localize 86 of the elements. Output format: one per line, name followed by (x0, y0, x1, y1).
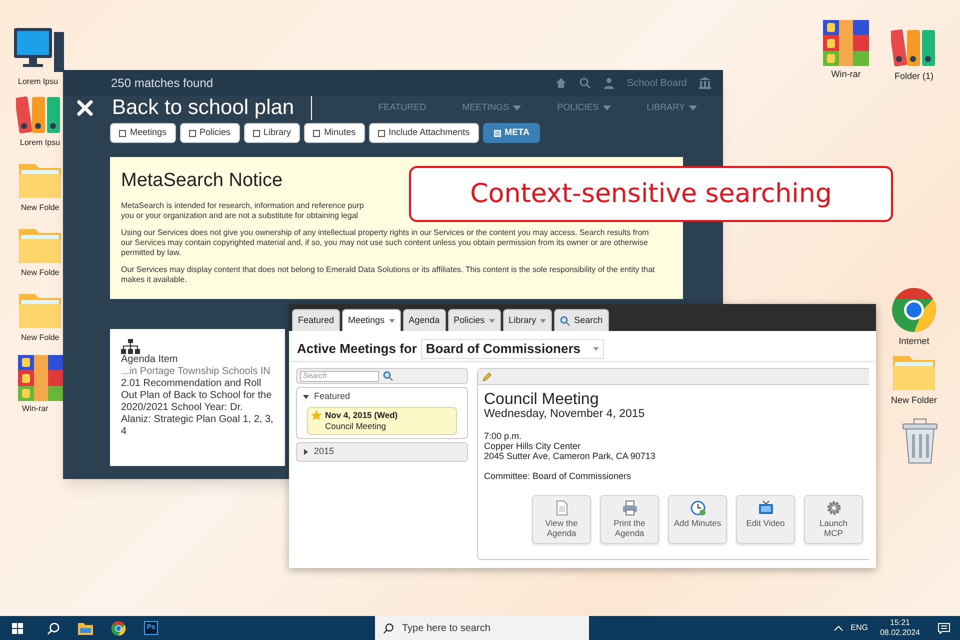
notice-text: MetaSearch is intended for research, information and reference purp (121, 200, 364, 211)
action-button[interactable]: Print the Agenda (600, 495, 659, 544)
desktop-icon-label[interactable]: New Folde (21, 332, 60, 344)
filter-toggle[interactable]: Meetings (110, 123, 176, 143)
search-icon (383, 622, 394, 634)
expanded-arrow-icon[interactable] (303, 394, 309, 400)
desktop-icon-label[interactable]: Win-rar (831, 68, 861, 82)
result-source: ...in Portage Township Schools IN (121, 366, 272, 378)
action-button[interactable]: View the Agenda (532, 495, 591, 544)
tab[interactable]: Policies (448, 309, 501, 331)
notification-icon[interactable] (938, 622, 950, 634)
meeting-heading: Council Meeting (484, 391, 600, 408)
folder-icon[interactable] (78, 622, 93, 634)
browser-icon (891, 287, 937, 333)
caret-icon (689, 105, 697, 111)
search-icon (560, 316, 570, 326)
meeting-committee: Committee: Board of Commissioners (484, 471, 632, 481)
match-count: 250 matches found (111, 75, 214, 92)
meeting-title: Council Meeting (325, 421, 387, 432)
windows-logo-icon[interactable] (12, 622, 23, 634)
tree-label[interactable]: Featured (314, 390, 350, 404)
desktop-icon-label[interactable]: New Folder (890, 394, 937, 408)
tab[interactable]: Featured (292, 309, 340, 331)
tab[interactable]: Search (554, 309, 609, 331)
search-icon[interactable] (47, 622, 60, 634)
meeting-location: Copper Hills City Center (484, 441, 582, 451)
tab[interactable]: Agenda (402, 309, 446, 331)
language-indicator[interactable]: ENG (850, 622, 868, 634)
search-field[interactable]: Back to school plan (112, 96, 312, 120)
action-button[interactable]: Launch MCP (804, 495, 863, 544)
home-icon[interactable] (554, 77, 567, 89)
clock-icon (690, 500, 706, 516)
desktop-icon-label[interactable]: Internet (898, 335, 930, 348)
tv-icon (758, 500, 774, 516)
caret-icon (540, 318, 546, 322)
action-button[interactable]: Add Minutes (668, 495, 727, 544)
user-icon[interactable] (602, 77, 615, 89)
meeting-time: 7:00 p.m. (484, 431, 523, 441)
desktop-icon-label[interactable]: Lorem Ipsu (20, 137, 60, 149)
result-type: Agenda Item (121, 354, 178, 366)
close-icon[interactable] (77, 100, 93, 116)
desktop-icon-label[interactable]: New Folde (21, 267, 60, 279)
filter-toggle[interactable]: Include Attachments (368, 123, 479, 143)
pencil-icon[interactable] (482, 372, 492, 382)
notice-text: Using our Services does not give you ownership of any intellectual property rights in our Services or the content you may access. Search results from our Services may contain copyrighted material and, if so, you may not use such content unless you obtain permission from its owner or are otherwise permitted by law. (121, 228, 650, 258)
action-button[interactable]: Edit Video (736, 495, 795, 544)
desktop-icon-label[interactable]: Folder (1) (894, 70, 934, 84)
tab[interactable]: Library (502, 309, 552, 331)
filter-toggle[interactable]: Minutes (304, 123, 365, 143)
meeting-item[interactable]: Nov 4, 2015 (Wed) Council Meeting (307, 407, 457, 435)
filter-toggle[interactable]: Policies (180, 123, 240, 143)
clock[interactable]: 15:21 08.02.2024 (880, 618, 920, 638)
archive-icon (823, 20, 869, 66)
tree-label[interactable]: 2015 (314, 445, 334, 459)
trash-icon (901, 418, 939, 464)
body-select[interactable]: Board of Commissioners (420, 339, 604, 359)
building-icon[interactable] (699, 77, 711, 89)
result-text[interactable]: 2.01 Recommendation and Roll Out Plan of Back to School for the 2020/2021 School Year: Dr. Alaniz: Strategic Plan Goal 1, 2, 3, 4 (121, 378, 274, 438)
caret-up-icon[interactable] (834, 625, 843, 631)
caret-icon (488, 318, 495, 322)
caret-icon (513, 105, 522, 111)
gear-icon (826, 500, 842, 516)
notice-text: Our Services may display content that does not belong to Emerald Data Solutions or its affiliates. This content is the sole responsibility of the entity that makes it available. (121, 264, 656, 285)
result-card[interactable]: Agenda Item ...in Portage Township Schools IN 2.01 Recommendation and Roll Out Plan of Back to School for the 2020/2021 School Year: Dr. Alaniz: Strategic Plan Goal 1, 2, 3, 4 (110, 329, 285, 466)
meeting-date: Nov 4, 2015 (Wed) (325, 410, 398, 421)
meeting-location: 2045 Sutter Ave, Cameron Park, CA 90713 (484, 451, 656, 461)
taskbar-search-field[interactable]: Type here to search (375, 616, 589, 640)
archive-icon (18, 355, 64, 401)
page-heading: Active Meetings for (297, 340, 417, 358)
document-icon (554, 500, 570, 516)
desktop-icon-label[interactable]: New Folde (21, 202, 60, 214)
filter-toggle[interactable]: Library (244, 123, 300, 143)
desktop-icon-label[interactable]: Win-rar (22, 403, 48, 415)
hierarchy-icon (121, 339, 140, 354)
callout-text: Context-sensitive searching (470, 178, 832, 210)
caret-icon (592, 347, 599, 351)
caret-icon (388, 318, 395, 322)
printer-icon (622, 500, 638, 516)
tab[interactable]: Meetings (342, 309, 401, 331)
browser-icon[interactable] (111, 620, 126, 636)
caret-icon (602, 105, 611, 111)
collapsed-arrow-icon[interactable] (303, 449, 309, 455)
meeting-date: Wednesday, November 4, 2015 (484, 408, 646, 421)
filter-toggle[interactable]: META (482, 123, 540, 143)
desktop-icon-label[interactable]: Lorem Ipsu (18, 76, 58, 88)
notice-text: you or your organization and are not a substitute for obtaining legal (121, 210, 358, 221)
